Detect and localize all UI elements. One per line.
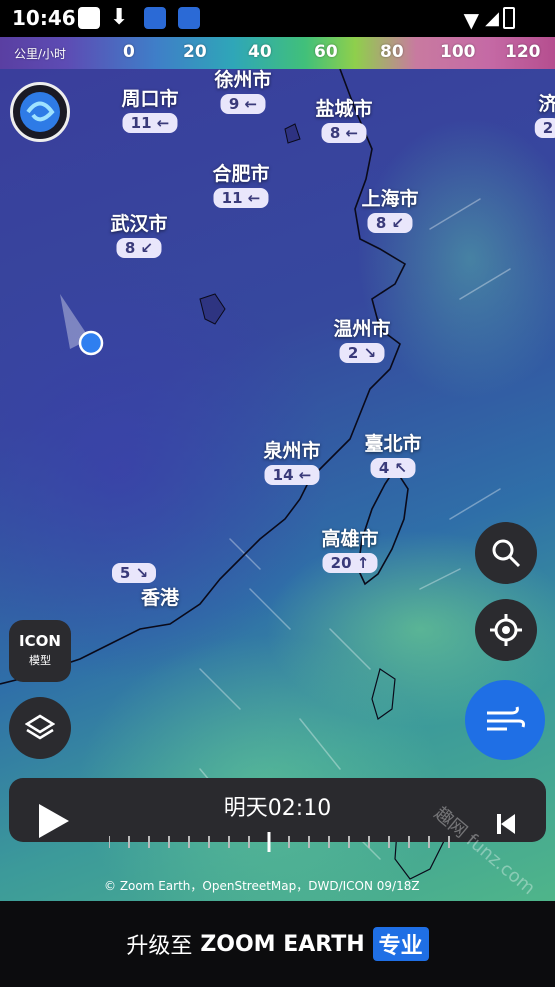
status-time: 10:46 [12,6,76,30]
legend-value: 60 [314,42,338,62]
search-icon [492,539,521,568]
model-label: 模型 [29,654,51,667]
legend-value: 40 [248,42,272,62]
wind-speed-pill: 2 [534,118,555,138]
wind-speed-pill: 8 ↙ [116,238,162,258]
upgrade-banner[interactable]: 升级至 ZOOM EARTH 专业 [0,901,555,987]
wind-speed-value: ← [298,466,312,484]
model-name: ICON [19,632,61,650]
city-label[interactable]: 高雄市 20 ↑ [321,524,379,573]
legend-value: 100 [440,42,476,62]
legend-value: 0 [123,42,135,62]
wind-speed-value: 2 [347,344,359,362]
wind-speed-value: ← [156,114,170,132]
wind-speed-value: ← [345,124,359,142]
map-credit: © Zoom Earth，OpenStreetMap，DWD/ICON 09/1… [104,879,420,893]
wind-speed-value: 11 [221,189,243,207]
wind-speed-pill: 8 ← [321,123,367,143]
wind-speed-value: 2 [542,119,554,137]
wifi-icon: ▼ [463,8,479,32]
legend-unit: 公里/小时 [14,47,67,61]
battery-icon [503,7,515,29]
current-location-marker[interactable] [78,330,104,356]
wind-speed-pill: 4 ↖ [370,458,416,478]
city-label[interactable]: 盐城市 8 ← [315,94,373,143]
status-bar: 10:46 ⬇ ▼ ◢ [0,0,555,37]
download-icon: ⬇ [110,5,129,30]
legend-value: 80 [380,42,404,62]
zoom-earth-logo[interactable] [10,82,70,142]
wind-speed-value: 8 [375,214,387,232]
search-button[interactable] [475,522,537,584]
city-label[interactable]: 合肥市 11 ← [212,159,270,208]
wind-speed-value: 5 [119,564,131,582]
wind-speed-value: ↙ [391,214,405,232]
wind-speed-value: 8 [124,239,136,257]
wind-speed-value: 9 [228,95,240,113]
wind-streaks [119,198,511,860]
wind-speed-pill: 2 ↘ [339,343,385,363]
wind-speed-pill: 11 ← [122,113,178,133]
coastline [0,69,511,880]
wind-speed-value: ↖ [394,459,408,477]
wind-speed-value: ↙ [140,239,154,257]
wind-speed-value: ↘ [135,564,149,582]
wind-speed-value: ← [247,189,261,207]
skip-back-button[interactable] [501,814,515,834]
locate-button[interactable] [475,599,537,661]
wind-speed-pill: 14 ← [264,465,320,485]
wind-speed-value: 20 [330,554,352,572]
city-label[interactable]: 臺北市 4 ↖ [364,429,422,478]
city-label[interactable]: 5 ↘ 香港 [89,561,179,610]
wind-icon [487,706,525,731]
wind-speed-legend: 公里/小时 0 20 40 60 80 100 120 [0,37,555,69]
wind-speed-pill: 5 ↘ [111,563,157,583]
timeline-slider[interactable] [109,828,469,852]
crosshair-icon [490,614,522,646]
wind-speed-value: ← [244,95,258,113]
signal-icon: ◢ [485,8,499,29]
wind-speed-pill: 8 ↙ [367,213,413,233]
wind-speed-value: 8 [329,124,341,142]
city-label[interactable]: 上海市 8 ↙ [361,184,419,233]
wind-speed-value: ↑ [356,554,370,572]
app-notification-icon [144,7,166,29]
model-button[interactable]: ICON 模型 [9,620,71,682]
legend-value: 20 [183,42,207,62]
wind-speed-value: 4 [378,459,390,477]
promo-prefix: 升级至 [126,934,193,959]
city-label[interactable]: 泉州市 14 ← [263,436,321,485]
city-label[interactable]: 武汉市 8 ↙ [110,209,168,258]
city-label[interactable]: 周口市 11 ← [121,84,179,133]
pro-badge: 专业 [372,927,429,961]
wind-speed-pill: 20 ↑ [322,553,378,573]
wind-layer-button[interactable] [465,680,545,760]
wind-speed-pill: 11 ← [213,188,269,208]
city-label[interactable]: 济 2 [534,89,555,138]
wind-speed-value: 11 [130,114,152,132]
layers-button[interactable] [9,697,71,759]
city-label[interactable]: 温州市 2 ↘ [333,314,391,363]
layers-icon [25,714,55,740]
promo-brand: ZOOM EARTH [200,931,365,957]
wind-speed-value: ↘ [363,344,377,362]
mail-icon [78,7,100,29]
wind-speed-pill: 9 ← [220,94,266,114]
wind-speed-value: 14 [272,466,294,484]
wind-map[interactable]: 周口市 11 ← 徐州市 9 ← 盐城市 8 ← 济 2 合肥市 11 ← 上海… [0,69,555,901]
city-label[interactable]: 徐州市 9 ← [214,69,272,114]
app-notification-icon-2 [178,7,200,29]
legend-value: 120 [505,42,541,62]
